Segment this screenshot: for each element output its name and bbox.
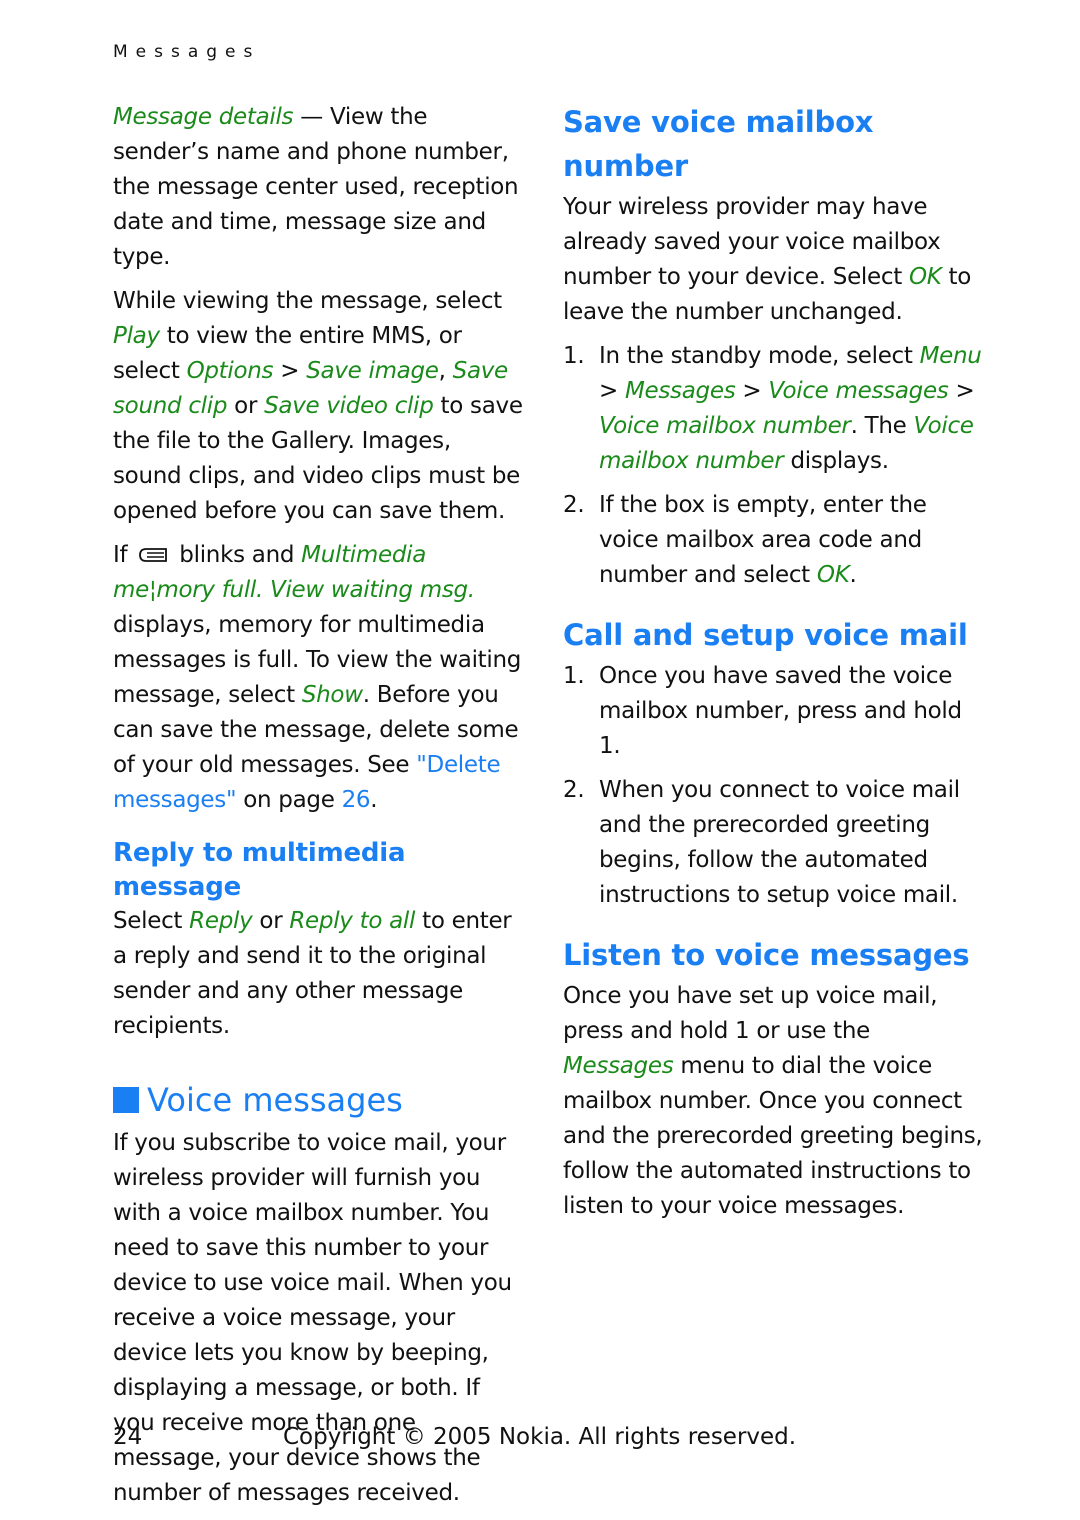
- listen-heading: Listen to voice messages: [563, 938, 970, 972]
- show-term: Show: [301, 682, 363, 708]
- copyright: Copyright © 2005 Nokia. All rights reser…: [283, 1424, 797, 1450]
- message-details-term: Message details: [113, 104, 294, 130]
- play-term: Play: [113, 323, 160, 349]
- messages-term: Messages: [563, 1053, 674, 1079]
- left-column: Message details — View the sender’s name…: [113, 100, 523, 1520]
- voice-messages-paragraph: If you subscribe to voice mail, your wir…: [113, 1130, 512, 1506]
- list-item: 2. If the box is empty, enter the voice m…: [563, 492, 927, 588]
- reply-term: Reply: [189, 908, 253, 934]
- list-item: 1. In the standby mode, select Menu > Mes…: [563, 343, 982, 474]
- list-item: 2. When you connect to voice mail and the…: [563, 777, 960, 908]
- options-term: Options: [186, 358, 274, 384]
- memory-full-paragraph: If blinks and Multimedia me¦mory full. V…: [113, 538, 523, 818]
- save-mailbox-heading: Save voice mailbox number: [563, 105, 874, 183]
- voice-messages-heading: Voice messages: [113, 1080, 523, 1120]
- page-number: 24: [113, 1424, 143, 1450]
- call-setup-heading: Call and setup voice mail: [563, 618, 968, 652]
- reply-heading: Reply to multimedia message: [113, 838, 406, 902]
- save-mailbox-paragraph: Your wireless provider may have already …: [563, 194, 972, 325]
- ok-term: OK: [908, 264, 942, 290]
- reply-all-term: Reply to all: [289, 908, 416, 934]
- viewing-paragraph: While viewing the message, select Play t…: [113, 288, 523, 524]
- running-head: Messages: [113, 42, 261, 62]
- section-square-icon: [113, 1087, 139, 1113]
- call-setup-steps: 1. Once you have saved the voice mailbox …: [563, 659, 983, 913]
- save-mailbox-steps: 1. In the standby mode, select Menu > Mes…: [563, 339, 983, 593]
- page-link[interactable]: 26: [342, 787, 371, 813]
- save-image-term: Save image: [306, 358, 439, 384]
- reply-paragraph: Select Reply or Reply to all to enter a …: [113, 908, 512, 1039]
- list-item: 1. Once you have saved the voice mailbox …: [563, 663, 962, 759]
- save-video-term: Save video clip: [264, 393, 434, 419]
- listen-paragraph: Once you have set up voice mail, press a…: [563, 983, 983, 1219]
- message-details-paragraph: Message details — View the sender’s name…: [113, 104, 519, 270]
- right-column: Save voice mailbox number Your wireless …: [563, 100, 983, 1233]
- multimedia-message-icon: [138, 539, 168, 562]
